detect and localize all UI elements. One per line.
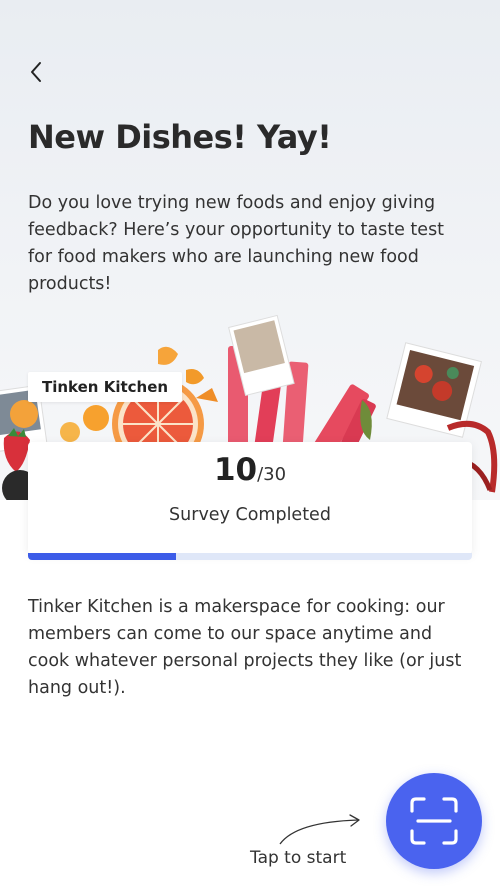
survey-label: Survey Completed — [169, 505, 331, 525]
page-title: New Dishes! Yay! — [28, 118, 332, 156]
tap-to-start-label: Tap to start — [250, 848, 347, 868]
about-text: Tinker Kitchen is a makerspace for cooki… — [28, 597, 462, 698]
arrow-icon — [279, 814, 360, 845]
scan-button[interactable] — [386, 773, 482, 869]
scan-icon — [410, 797, 458, 845]
completed-count: 10 — [213, 452, 258, 488]
survey-count: 10/30 — [28, 452, 472, 488]
progress-bar — [28, 553, 472, 560]
intro-text: Do you love trying new foods and enjoy g… — [28, 193, 445, 294]
back-button[interactable] — [22, 58, 50, 86]
hero-banner: New Dishes! Yay! Do you love trying new … — [0, 0, 500, 500]
survey-card: 10/30 Survey Completed — [28, 442, 472, 554]
total-count: /30 — [257, 464, 287, 485]
chevron-left-icon — [31, 62, 41, 82]
kitchen-tag: Tinken Kitchen — [28, 372, 183, 402]
progress-fill — [28, 553, 176, 560]
